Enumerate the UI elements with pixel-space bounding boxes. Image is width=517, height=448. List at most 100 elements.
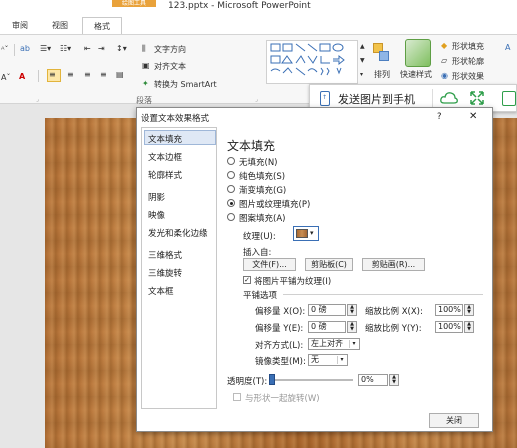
cloud-icon[interactable] bbox=[440, 91, 458, 105]
tile-texture-checkbox[interactable]: ✓ bbox=[243, 276, 251, 284]
close-button[interactable]: 关闭 bbox=[429, 413, 479, 428]
align-left-glyph: ≡ bbox=[49, 70, 56, 79]
spelling-icon[interactable]: ab bbox=[20, 44, 30, 53]
dialog-title-bar: 设置文本效果格式 ? ✕ bbox=[137, 108, 492, 126]
scale-x-input[interactable]: 100% bbox=[435, 304, 463, 316]
radio-pattern-fill[interactable] bbox=[227, 213, 235, 221]
clipart-button[interactable]: 剪贴画(R)... bbox=[362, 258, 425, 271]
radio-picture-texture-fill[interactable] bbox=[227, 199, 235, 207]
separator bbox=[432, 89, 433, 107]
align-center-icon[interactable]: ≡ bbox=[67, 70, 74, 79]
gallery-more[interactable]: ▾ bbox=[360, 71, 363, 78]
help-button[interactable]: ? bbox=[437, 112, 442, 122]
gallery-scroll-down[interactable]: ▼ bbox=[360, 57, 365, 64]
increase-indent-icon[interactable]: ⇥ bbox=[98, 44, 105, 53]
quick-styles-button[interactable]: 快速样式 bbox=[400, 69, 432, 80]
distribute-icon[interactable]: ▤ bbox=[116, 70, 124, 79]
decrease-indent-icon[interactable]: ⇤ bbox=[84, 44, 91, 53]
bullets-icon[interactable]: ☰▾ bbox=[40, 44, 51, 53]
expand-icon[interactable] bbox=[470, 91, 484, 105]
file-button[interactable]: 文件(F)... bbox=[243, 258, 296, 271]
nav-text-box[interactable]: 文本框 bbox=[148, 285, 174, 297]
nav-text-fill[interactable]: 文本填充 bbox=[148, 133, 182, 145]
shapes-gallery[interactable] bbox=[266, 40, 358, 84]
shape-effects-icon[interactable]: ◉ bbox=[441, 71, 448, 80]
offset-x-spinner[interactable]: ▲ ▼ bbox=[347, 304, 357, 316]
label-picture-texture-fill: 图片或纹理填充(P) bbox=[239, 200, 311, 210]
convert-smartart-button[interactable]: 转换为 SmartArt bbox=[154, 79, 217, 90]
smartart-icon[interactable]: ✦ bbox=[142, 79, 149, 88]
clipboard-button[interactable]: 剪贴板(C) bbox=[305, 258, 353, 271]
transparency-spinner[interactable]: ▲ ▼ bbox=[389, 374, 399, 386]
dialog-launcher-icon[interactable]: ⌟ bbox=[255, 96, 258, 103]
dialog-launcher-icon[interactable]: ⌟ bbox=[36, 96, 39, 103]
offset-y-spinner[interactable]: ▲ ▼ bbox=[347, 321, 357, 333]
text-direction-icon[interactable]: ⫼ bbox=[142, 44, 146, 54]
offset-x-label: 偏移量 X(O): bbox=[255, 307, 306, 317]
nav-text-outline[interactable]: 文本边框 bbox=[148, 151, 182, 163]
shape-outline-button[interactable]: 形状轮廓 bbox=[452, 56, 484, 67]
window-icon[interactable] bbox=[502, 91, 516, 106]
radio-solid-fill[interactable] bbox=[227, 171, 235, 179]
nav-3d-format[interactable]: 三维格式 bbox=[148, 249, 182, 261]
tab-view[interactable]: 视图 bbox=[48, 17, 72, 35]
nav-reflection[interactable]: 映像 bbox=[148, 209, 165, 221]
alignment-label: 对齐方式(L): bbox=[255, 341, 304, 351]
font-case-icon[interactable]: Aˇ bbox=[1, 73, 10, 82]
scale-x-spinner[interactable]: ▲ ▼ bbox=[464, 304, 474, 316]
tab-review[interactable]: 审阅 bbox=[8, 17, 32, 35]
shape-effects-button[interactable]: 形状效果 bbox=[452, 71, 484, 82]
label-solid-fill: 纯色填充(S) bbox=[239, 172, 286, 182]
arrange-button[interactable]: 排列 bbox=[374, 69, 390, 80]
divider bbox=[283, 294, 483, 295]
nav-shadow[interactable]: 阴影 bbox=[148, 191, 165, 203]
text-direction-button[interactable]: 文字方向 bbox=[154, 44, 186, 55]
numbering-icon[interactable]: ☷▾ bbox=[60, 44, 71, 53]
nav-glow-soft-edges[interactable]: 发光和柔化边缘 bbox=[148, 227, 208, 239]
transparency-label: 透明度(T): bbox=[227, 377, 268, 387]
font-color-icon[interactable]: A bbox=[19, 72, 25, 81]
align-text-icon[interactable]: ▣ bbox=[142, 61, 150, 70]
offset-y-input[interactable]: 0 磅 bbox=[308, 321, 346, 333]
gallery-scroll-up[interactable]: ▲ bbox=[360, 43, 365, 50]
scale-y-spinner[interactable]: ▲ ▼ bbox=[464, 321, 474, 333]
align-right-icon[interactable]: ≡ bbox=[84, 70, 91, 79]
shape-outline-icon[interactable]: ▱ bbox=[441, 56, 447, 65]
line-spacing-icon[interactable]: ↕▾ bbox=[116, 44, 127, 53]
nav-3d-rotation[interactable]: 三维旋转 bbox=[148, 267, 182, 279]
alignment-value: 左上对齐 bbox=[311, 339, 343, 348]
font-size-icon[interactable]: ᴬˇ bbox=[1, 45, 8, 54]
justify-icon[interactable]: ≡ bbox=[100, 70, 107, 79]
separator bbox=[38, 70, 39, 82]
chevron-down-icon: ▾ bbox=[310, 229, 314, 237]
alignment-select[interactable]: 左上对齐 ▾ bbox=[308, 338, 360, 350]
dialog-title: 设置文本效果格式 bbox=[141, 114, 210, 124]
send-to-phone-button[interactable]: 发送图片到手机 bbox=[338, 91, 415, 107]
tab-format[interactable]: 格式 bbox=[82, 17, 122, 35]
nav-outline-style[interactable]: 轮廓样式 bbox=[148, 169, 182, 181]
rotate-with-shape-checkbox[interactable] bbox=[233, 393, 241, 401]
shape-fill-button[interactable]: 形状填充 bbox=[452, 41, 484, 52]
mirror-select[interactable]: 无 ▾ bbox=[308, 354, 348, 366]
context-tab-drawing-tools: 绘图工具 bbox=[112, 0, 156, 7]
scale-x-label: 缩放比例 X(X): bbox=[365, 307, 423, 317]
scale-y-input[interactable]: 100% bbox=[435, 321, 463, 333]
align-text-button[interactable]: 对齐文本 bbox=[154, 61, 186, 72]
dialog-close-icon[interactable]: ✕ bbox=[469, 111, 477, 122]
quick-styles-icon[interactable] bbox=[405, 39, 431, 67]
texture-picker[interactable]: ▾ bbox=[293, 226, 319, 241]
radio-no-fill[interactable] bbox=[227, 157, 235, 165]
transparency-slider[interactable] bbox=[269, 374, 353, 385]
separator bbox=[14, 44, 15, 56]
wordart-icon[interactable]: A bbox=[505, 43, 510, 52]
transparency-input[interactable]: 0% bbox=[358, 374, 388, 386]
arrange-icon[interactable] bbox=[371, 41, 391, 65]
mirror-value: 无 bbox=[311, 355, 319, 364]
radio-gradient-fill[interactable] bbox=[227, 185, 235, 193]
rotate-with-shape-label: 与形状一起旋转(W) bbox=[245, 394, 320, 404]
offset-x-input[interactable]: 0 磅 bbox=[308, 304, 346, 316]
label-gradient-fill: 渐变填充(G) bbox=[239, 186, 287, 196]
ribbon-tab-bar: 审阅 视图 格式 bbox=[0, 17, 517, 35]
transparency-slider-thumb[interactable] bbox=[269, 374, 275, 385]
shape-fill-icon[interactable]: ◆ bbox=[441, 41, 447, 50]
